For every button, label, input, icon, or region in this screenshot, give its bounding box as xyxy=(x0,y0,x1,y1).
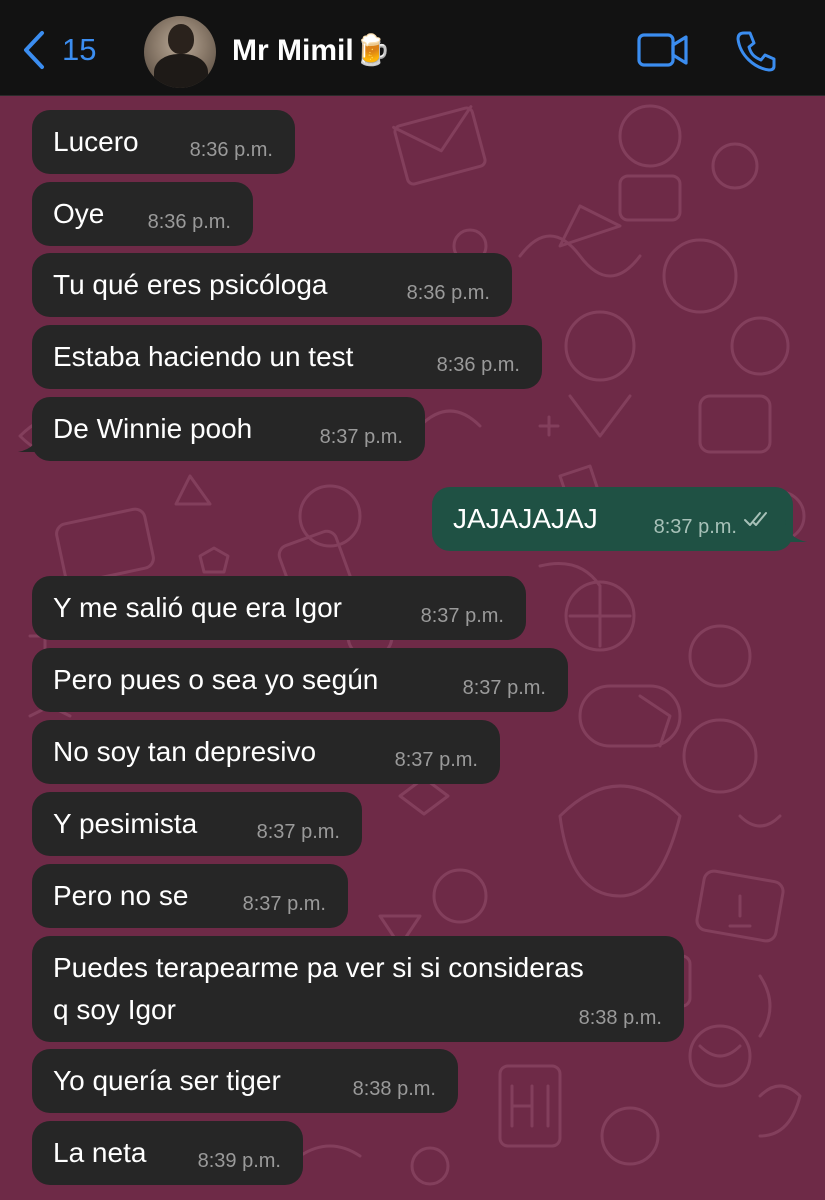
message-text: Y pesimista xyxy=(53,808,198,839)
incoming-message[interactable]: Yo quería ser tiger 8:38 p.m. xyxy=(32,1049,458,1113)
incoming-message[interactable]: La neta 8:39 p.m. xyxy=(32,1121,303,1185)
incoming-message[interactable]: Y me salió que era Igor 8:37 p.m. xyxy=(32,576,526,640)
message-text: Tu qué eres psicóloga xyxy=(53,269,328,300)
message-timestamp: 8:36 p.m. xyxy=(147,211,231,233)
message-timestamp: 8:37 p.m. xyxy=(394,749,478,771)
message-timestamp: 8:36 p.m. xyxy=(436,354,520,376)
contact-name[interactable]: Mr Mimil🍺 xyxy=(232,33,391,68)
message-text: Yo quería ser tiger xyxy=(53,1065,281,1096)
message-text: No soy tan depresivo xyxy=(53,736,317,767)
message-text: Estaba haciendo un test xyxy=(53,341,354,372)
bubble-tail xyxy=(785,515,807,551)
message-timestamp: 8:38 p.m. xyxy=(352,1078,436,1100)
unread-count: 15 xyxy=(62,32,97,67)
incoming-message[interactable]: Pero no se 8:37 p.m. xyxy=(32,864,348,928)
incoming-message[interactable]: Oye 8:36 p.m. xyxy=(32,182,253,246)
message-text: Pero no se xyxy=(53,880,189,911)
message-timestamp: 8:37 p.m. xyxy=(653,516,737,538)
incoming-message[interactable]: De Winnie pooh 8:37 p.m. xyxy=(18,397,425,461)
chat-header: 15 Mr Mimil🍺 xyxy=(0,0,825,96)
message-text: La neta xyxy=(53,1137,147,1168)
phone-icon xyxy=(734,31,778,77)
incoming-message[interactable]: Y pesimista 8:37 p.m. xyxy=(32,792,362,856)
message-text: De Winnie pooh xyxy=(53,413,253,444)
message-timestamp: 8:37 p.m. xyxy=(256,821,340,843)
message-timestamp: 8:36 p.m. xyxy=(189,139,273,161)
bubble-tail xyxy=(18,425,40,461)
incoming-message[interactable]: Pero pues o sea yo según 8:37 p.m. xyxy=(32,648,568,712)
video-call-button[interactable] xyxy=(636,32,690,73)
incoming-message[interactable]: Tu qué eres psicóloga 8:36 p.m. xyxy=(32,253,512,317)
message-timestamp: 8:37 p.m. xyxy=(462,677,546,699)
chat-area[interactable]: Lucero 8:36 p.m. Oye 8:36 p.m. Tu qué eres p… xyxy=(0,96,825,1200)
incoming-message[interactable]: Lucero 8:36 p.m. xyxy=(32,110,295,174)
double-check-icon xyxy=(743,500,771,536)
message-text: Oye xyxy=(53,198,105,229)
video-camera-icon xyxy=(636,33,690,72)
back-button[interactable]: 15 xyxy=(22,28,96,72)
message-text-line-2: q soy Igor xyxy=(53,994,176,1025)
incoming-message[interactable]: Estaba haciendo un test 8:36 p.m. xyxy=(32,325,542,389)
message-text: Lucero xyxy=(53,126,139,157)
avatar[interactable] xyxy=(144,16,216,88)
incoming-message[interactable]: Puedes terapearme pa ver si si considera… xyxy=(32,936,684,1042)
message-text: Pero pues o sea yo según xyxy=(53,664,379,695)
message-timestamp: 8:37 p.m. xyxy=(242,893,326,915)
incoming-message[interactable]: No soy tan depresivo 8:37 p.m. xyxy=(32,720,500,784)
message-timestamp: 8:39 p.m. xyxy=(197,1150,281,1172)
message-timestamp: 8:37 p.m. xyxy=(420,605,504,627)
message-text: Y me salió que era Igor xyxy=(53,592,342,623)
message-timestamp: 8:36 p.m. xyxy=(406,282,490,304)
message-timestamp: 8:37 p.m. xyxy=(319,426,403,448)
outgoing-message[interactable]: JAJAJAJAJ 8:37 p.m. xyxy=(432,487,807,551)
voice-call-button[interactable] xyxy=(734,29,778,78)
chevron-left-icon xyxy=(22,30,46,70)
message-text: JAJAJAJAJ xyxy=(453,503,598,534)
message-text: Puedes terapearme pa ver si si considera… xyxy=(53,952,584,983)
message-timestamp: 8:38 p.m. xyxy=(578,1007,662,1029)
